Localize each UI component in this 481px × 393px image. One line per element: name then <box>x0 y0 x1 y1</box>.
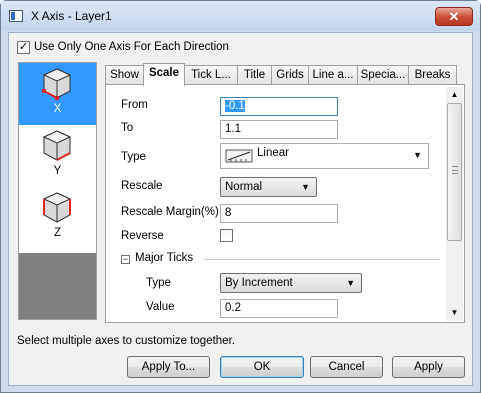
section-divider <box>204 259 440 260</box>
tab-breaks[interactable]: Breaks <box>408 65 457 85</box>
panel-scrollbar[interactable]: ▲ ▼ <box>446 87 463 321</box>
window-title: X Axis - Layer1 <box>31 9 112 23</box>
linear-scale-icon <box>225 149 253 163</box>
tab-tick-labels[interactable]: Tick L... <box>184 65 238 85</box>
axis-item-z[interactable]: Z <box>19 187 96 249</box>
rescale-value: Normal <box>225 181 263 193</box>
apply-to-button[interactable]: Apply To... <box>127 356 210 378</box>
reverse-checkbox[interactable] <box>220 229 233 242</box>
scrollbar-thumb[interactable] <box>447 103 462 241</box>
major-ticks-type-label: Type <box>146 277 171 289</box>
scale-tab-panel: From -0.1 To 1.1 Type Linear ▼ Rescale N… <box>105 84 465 323</box>
rescale-margin-input[interactable]: 8 <box>220 204 338 223</box>
rescale-margin-label: Rescale Margin(%) <box>121 206 219 218</box>
axis-item-label: Z <box>53 227 62 239</box>
z-axis-icon <box>42 192 72 223</box>
apply-button[interactable]: Apply <box>392 356 465 378</box>
collapse-section-icon[interactable]: − <box>121 255 130 264</box>
chevron-down-icon: ▼ <box>301 182 310 192</box>
ok-button[interactable]: OK <box>220 356 304 378</box>
title-bar[interactable]: X Axis - Layer1 ✕ <box>1 1 480 31</box>
major-ticks-type-value: By Increment <box>225 277 293 289</box>
rescale-dropdown[interactable]: Normal ▼ <box>220 177 317 197</box>
to-input[interactable]: 1.1 <box>220 120 338 139</box>
from-input[interactable]: -0.1 <box>220 97 338 116</box>
scale-type-value: Linear <box>257 147 289 159</box>
scroll-up-arrow-icon[interactable]: ▲ <box>446 87 463 103</box>
major-ticks-type-dropdown[interactable]: By Increment ▼ <box>220 273 362 293</box>
scale-type-dropdown[interactable]: Linear ▼ <box>220 143 429 169</box>
axis-selector-panel: X Y Z <box>18 62 97 320</box>
from-label: From <box>121 99 148 111</box>
axis-dialog-window: X Axis - Layer1 ✕ ✓ Use Only One Axis Fo… <box>0 0 481 393</box>
checkmark-icon: ✓ <box>18 41 29 53</box>
tab-title[interactable]: Title <box>237 65 272 85</box>
grip-icon <box>452 166 458 174</box>
reverse-label: Reverse <box>121 230 164 242</box>
one-axis-checkbox[interactable]: ✓ <box>17 41 30 54</box>
major-ticks-value-label: Value <box>146 301 175 313</box>
tab-scale[interactable]: Scale <box>143 63 185 86</box>
scale-type-label: Type <box>121 151 146 163</box>
dialog-client-area: ✓ Use Only One Axis For Each Direction X <box>8 32 473 386</box>
tab-grids[interactable]: Grids <box>271 65 309 85</box>
status-hint-text: Select multiple axes to customize togeth… <box>17 335 235 347</box>
close-button[interactable]: ✕ <box>435 7 473 26</box>
tab-show[interactable]: Show <box>105 65 144 85</box>
major-ticks-value-input[interactable]: 0.2 <box>220 299 338 318</box>
major-ticks-section-title: Major Ticks <box>135 252 194 264</box>
axis-item-label: X <box>53 103 62 115</box>
axis-item-y[interactable]: Y <box>19 125 96 187</box>
chevron-down-icon: ▼ <box>346 278 355 288</box>
tab-line-and-ticks[interactable]: Line a... <box>308 65 358 85</box>
scroll-down-arrow-icon[interactable]: ▼ <box>446 305 463 321</box>
app-window-icon <box>9 10 23 22</box>
axis-list: X Y Z <box>19 63 96 253</box>
tab-special-ticks[interactable]: Specia... <box>357 65 409 85</box>
settings-tabs: Show Scale Tick L... Title Grids Line a.… <box>105 63 465 323</box>
x-axis-icon <box>42 68 72 100</box>
to-label: To <box>121 122 134 134</box>
chevron-down-icon: ▼ <box>413 150 422 160</box>
y-axis-icon <box>42 130 72 161</box>
rescale-label: Rescale <box>121 180 163 192</box>
axis-item-x[interactable]: X <box>19 63 96 125</box>
cancel-button[interactable]: Cancel <box>310 356 383 378</box>
axis-item-label: Y <box>53 165 62 177</box>
one-axis-label: Use Only One Axis For Each Direction <box>34 41 229 53</box>
